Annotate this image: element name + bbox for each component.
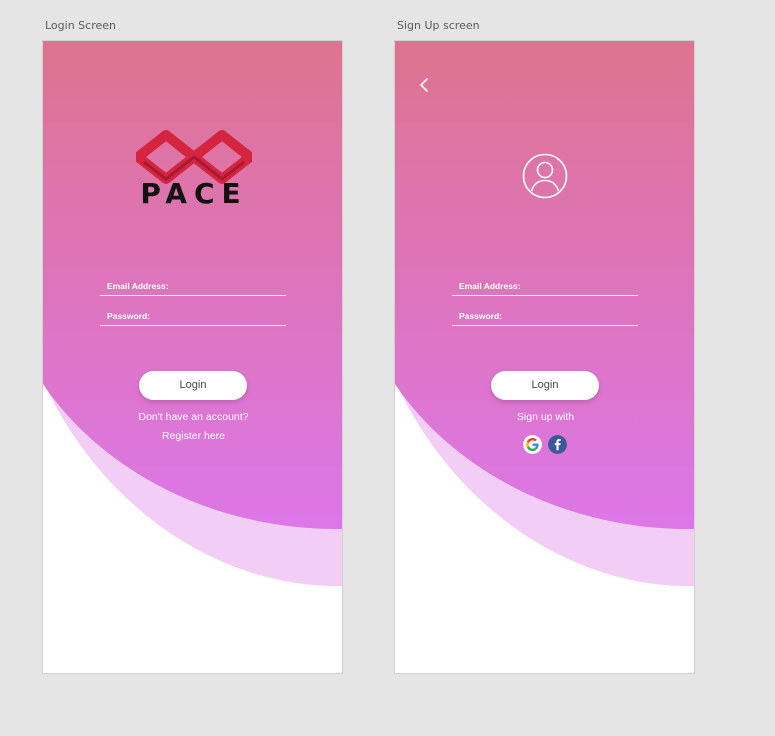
facebook-icon[interactable] — [548, 435, 567, 454]
back-icon[interactable] — [415, 74, 433, 96]
password-label: Password: — [459, 311, 502, 321]
sign-up-with-text: Sign up with — [516, 411, 575, 423]
password-field[interactable] — [452, 325, 638, 326]
password-field[interactable] — [100, 325, 286, 326]
login-button[interactable]: Login — [491, 371, 599, 400]
password-label: Password: — [107, 311, 150, 321]
login-artboard-label: Login Screen — [45, 19, 116, 32]
login-button[interactable]: Login — [139, 371, 247, 400]
login-screen: PACE Email Address: Password: Login Don'… — [42, 40, 343, 674]
email-field[interactable] — [452, 295, 638, 296]
email-label: Email Address: — [459, 281, 521, 291]
background-wave — [395, 41, 694, 586]
user-avatar-icon[interactable] — [522, 153, 568, 199]
google-icon[interactable] — [523, 435, 542, 454]
signup-artboard-label: Sign Up screen — [397, 19, 480, 32]
pace-logo-text: PACE — [140, 177, 248, 210]
no-account-text: Don't have an account? — [138, 411, 249, 423]
email-field[interactable] — [100, 295, 286, 296]
register-link[interactable]: Register here — [43, 430, 342, 442]
signup-screen: Email Address: Password: Login Sign up w… — [394, 40, 695, 674]
email-label: Email Address: — [107, 281, 169, 291]
